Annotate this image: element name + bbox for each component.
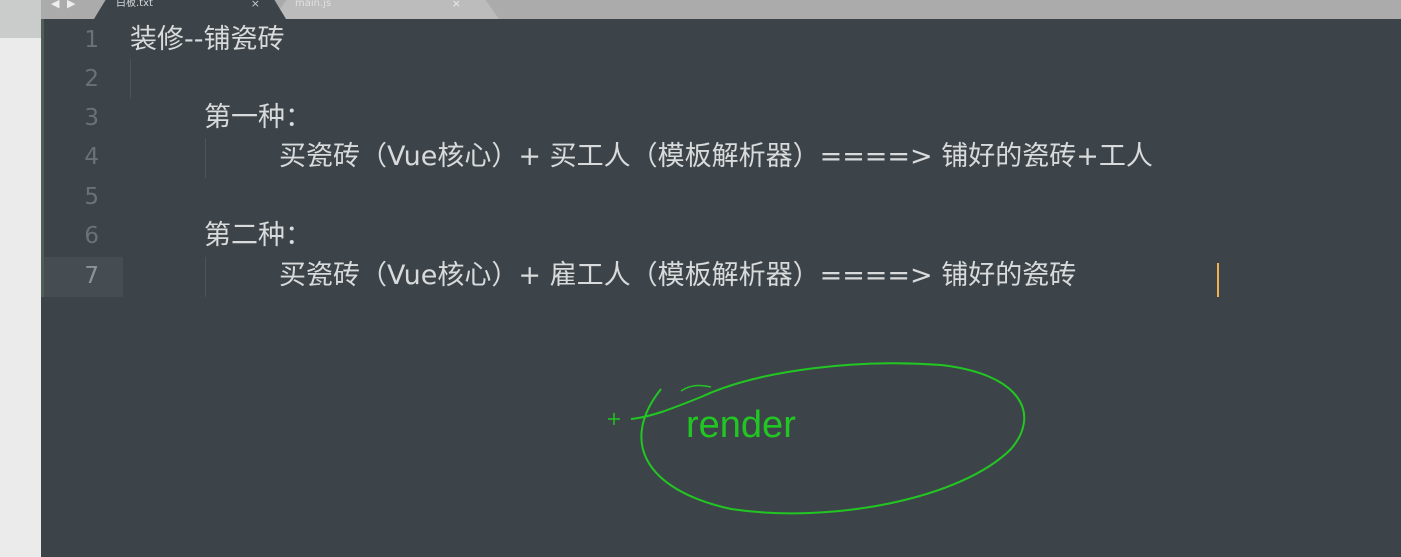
side-panel <box>0 0 41 557</box>
screen: ◀ ▶ main.js × 白板.txt × 1 2 3 4 5 6 7 装修-… <box>0 0 1401 557</box>
hand-drawn-annotation <box>608 362 1026 515</box>
tab-whiteboard-txt[interactable]: 白板.txt × <box>94 0 286 19</box>
tab-bar: ◀ ▶ main.js × 白板.txt × <box>41 0 1401 19</box>
tab-label: 白板.txt <box>116 0 153 9</box>
tab-nav-arrows: ◀ ▶ <box>41 0 101 19</box>
chevron-left-icon[interactable]: ◀ <box>51 0 59 10</box>
side-panel-strip <box>0 0 41 38</box>
close-icon[interactable]: × <box>452 0 461 9</box>
chevron-right-icon[interactable]: ▶ <box>67 0 75 10</box>
tab-label: main.js <box>295 0 332 9</box>
tab-main-js[interactable]: main.js × <box>273 0 499 19</box>
close-icon[interactable]: × <box>251 0 260 9</box>
code-editor[interactable]: 1 2 3 4 5 6 7 装修--铺瓷砖 第一种： 买瓷砖（Vue核心）+ 买… <box>41 19 1401 557</box>
ellipse-tail-stroke <box>680 384 712 392</box>
plus-mark <box>608 413 620 425</box>
annotation-render-label: render <box>686 404 796 446</box>
